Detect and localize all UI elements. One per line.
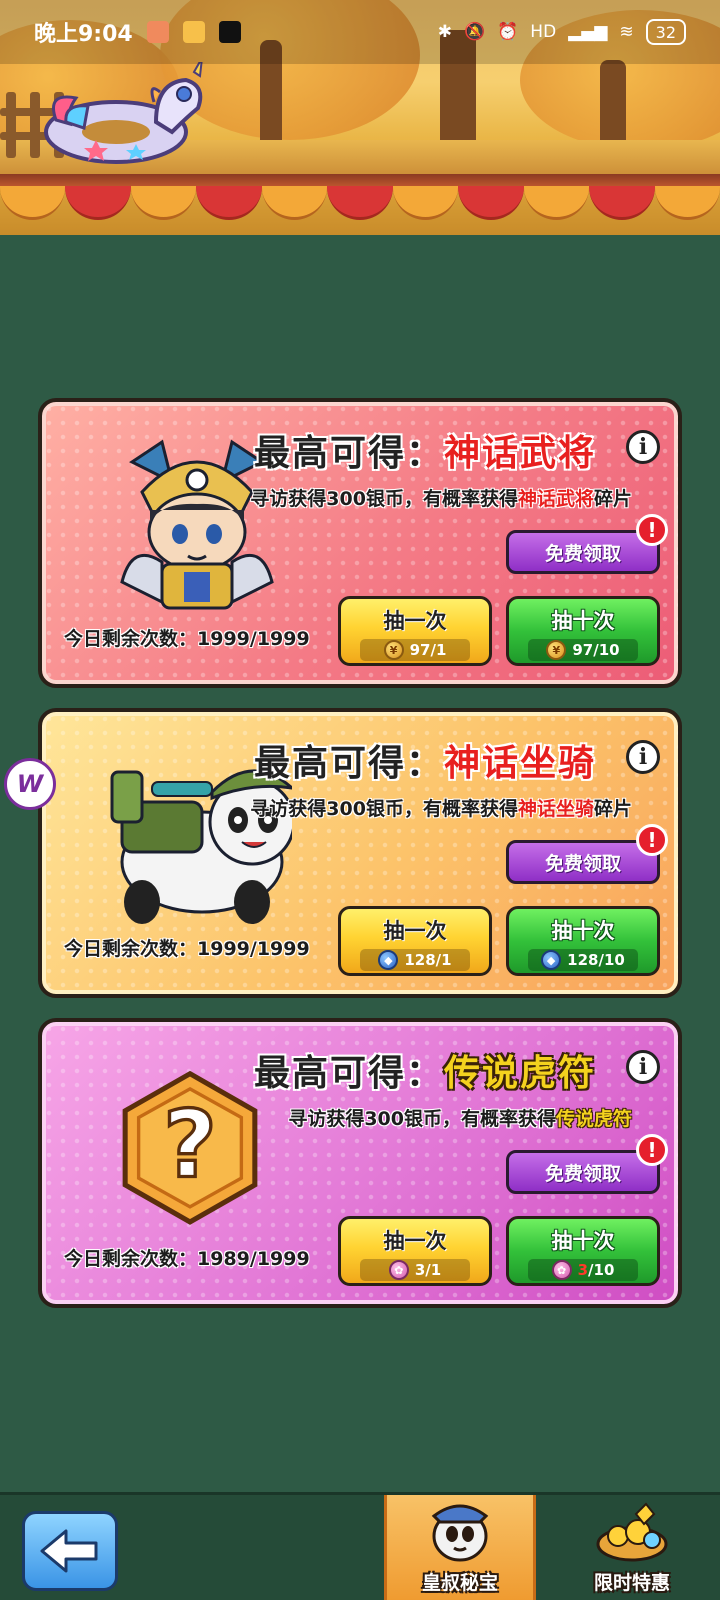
desc-suffix: 碎片 bbox=[593, 798, 632, 820]
draw-cost: ◆ 128/10 bbox=[528, 949, 638, 971]
remaining-value: 1999/1999 bbox=[197, 938, 310, 960]
draw-once-label: 抽一次 bbox=[383, 1229, 447, 1253]
draw-once-button[interactable]: 抽一次 ¥ 97/1 bbox=[338, 596, 492, 666]
draw-cost: ¥ 97/1 bbox=[360, 639, 470, 661]
wifi-icon: ≋ bbox=[619, 22, 634, 42]
royal-uncle-avatar-icon bbox=[431, 1504, 489, 1562]
tab-royal-treasure[interactable]: 皇叔秘宝 bbox=[384, 1495, 536, 1600]
unicorn-float-icon bbox=[44, 62, 203, 164]
top-banner: 晚上9:04 ✱ 🔕 ⏰ HD ▂▄▆ ≋ 32 bbox=[0, 0, 720, 235]
info-icon[interactable]: i bbox=[626, 740, 660, 774]
alert-badge-icon: ! bbox=[636, 824, 668, 856]
alert-badge-icon: ! bbox=[636, 1134, 668, 1166]
card-description: 寻访获得300银币，有概率获得神话武将碎片 bbox=[250, 484, 632, 511]
cost-value: 97/10 bbox=[572, 641, 620, 659]
card-title: 最高可得：神话武将 bbox=[254, 424, 596, 476]
draw-ten-label: 抽十次 bbox=[551, 919, 615, 943]
bottom-nav: 皇叔秘宝 限时特惠 bbox=[0, 1492, 720, 1600]
bluetooth-icon: ✱ bbox=[437, 22, 452, 42]
draw-cost: ✿ 3/10 bbox=[528, 1259, 638, 1281]
remaining-count: 今日剩余次数：1999/1999 bbox=[64, 934, 310, 961]
cost-value: 128/10 bbox=[567, 951, 625, 969]
desc-suffix: 碎片 bbox=[593, 488, 632, 510]
draw-ten-button[interactable]: 抽十次 ¥ 97/10 bbox=[506, 596, 660, 666]
back-button[interactable] bbox=[22, 1511, 118, 1591]
title-prefix: 最高可得： bbox=[253, 1053, 444, 1094]
remaining-count: 今日剩余次数：1999/1999 bbox=[64, 624, 310, 651]
cost-value: 3/10 bbox=[577, 1261, 615, 1279]
title-prefix: 最高可得： bbox=[253, 743, 444, 784]
tab-label: 限时特惠 bbox=[593, 1572, 670, 1594]
info-icon[interactable]: i bbox=[626, 430, 660, 464]
draw-cost: ✿ 3/1 bbox=[360, 1259, 470, 1281]
draw-ten-button[interactable]: 抽十次 ✿ 3/10 bbox=[506, 1216, 660, 1286]
mount-token-icon: ◆ bbox=[541, 950, 562, 970]
status-time: 晚上9:04 bbox=[34, 22, 133, 47]
mount-token-icon: ◆ bbox=[378, 950, 399, 970]
cost-value: 97/1 bbox=[409, 641, 447, 659]
draw-cost: ◆ 128/1 bbox=[360, 949, 470, 971]
gacha-card-mount: 最高可得：神话坐骑 i 寻访获得300银币，有概率获得神话坐骑碎片 免费领取 !… bbox=[38, 708, 682, 998]
notification-app-icon bbox=[146, 21, 169, 43]
token-coin-icon: ¥ bbox=[546, 640, 567, 660]
treasure-chest-icon bbox=[596, 1502, 668, 1562]
title-prefix: 最高可得： bbox=[253, 433, 444, 474]
desc-highlight: 神话武将 bbox=[517, 488, 594, 510]
mystery-hexagon-icon: ? bbox=[122, 1070, 258, 1225]
signal-hd: HD bbox=[530, 22, 557, 42]
remaining-value: 1999/1999 bbox=[197, 628, 310, 650]
mute-icon: 🔕 bbox=[463, 22, 486, 42]
gacha-card-general: 最高可得：神话武将 i 寻访获得300银币，有概率获得神话武将碎片 免费领取 !… bbox=[38, 398, 682, 688]
tab-limited-offer[interactable]: 限时特惠 bbox=[556, 1495, 708, 1600]
draw-once-button[interactable]: 抽一次 ◆ 128/1 bbox=[338, 906, 492, 976]
draw-once-label: 抽一次 bbox=[383, 609, 447, 633]
card-description: 寻访获得300银币，有概率获得神话坐骑碎片 bbox=[250, 794, 632, 821]
info-icon[interactable]: i bbox=[626, 1050, 660, 1084]
alarm-icon: ⏰ bbox=[497, 22, 519, 42]
cost-value: 3/1 bbox=[414, 1261, 442, 1279]
draw-once-button[interactable]: 抽一次 ✿ 3/1 bbox=[338, 1216, 492, 1286]
alert-badge-icon: ! bbox=[636, 514, 668, 546]
draw-ten-label: 抽十次 bbox=[551, 1229, 615, 1253]
desc-prefix: 寻访获得300银币，有概率获得 bbox=[250, 488, 518, 510]
tally-token-icon: ✿ bbox=[551, 1260, 572, 1280]
awning bbox=[0, 186, 720, 222]
remaining-label: 今日剩余次数： bbox=[64, 628, 198, 650]
tally-token-icon: ✿ bbox=[388, 1260, 409, 1280]
status-bar: 晚上9:04 ✱ 🔕 ⏰ HD ▂▄▆ ≋ 32 bbox=[0, 0, 720, 64]
title-highlight: 神话坐骑 bbox=[443, 743, 596, 784]
remaining-count: 今日剩余次数：1989/1999 bbox=[64, 1244, 310, 1271]
draw-ten-button[interactable]: 抽十次 ◆ 128/10 bbox=[506, 906, 660, 976]
token-coin-icon: ¥ bbox=[383, 640, 404, 660]
remaining-label: 今日剩余次数： bbox=[64, 1248, 198, 1270]
draw-ten-label: 抽十次 bbox=[551, 609, 615, 633]
remaining-value: 1989/1999 bbox=[197, 1248, 310, 1270]
gacha-card-tiger-tally: ? 最高可得：传说虎符 i 寻访获得300银币，有概率获得传说虎符 免费领取 !… bbox=[38, 1018, 682, 1308]
notification-app-icon bbox=[182, 21, 205, 43]
remaining-label: 今日剩余次数： bbox=[64, 938, 198, 960]
card-title: 最高可得：神话坐骑 bbox=[254, 734, 596, 786]
title-highlight: 神话武将 bbox=[443, 433, 596, 474]
title-highlight: 传说虎符 bbox=[443, 1053, 596, 1094]
mystery-symbol: ? bbox=[163, 1090, 217, 1198]
draw-once-label: 抽一次 bbox=[383, 919, 447, 943]
desc-highlight: 传说虎符 bbox=[555, 1108, 632, 1130]
cost-value: 128/1 bbox=[404, 951, 452, 969]
desc-highlight: 神话坐骑 bbox=[517, 798, 594, 820]
arrow-left-icon bbox=[40, 1529, 98, 1573]
battery-indicator: 32 bbox=[645, 19, 686, 45]
card-title: 最高可得：传说虎符 bbox=[254, 1044, 596, 1096]
signal-icon: ▂▄▆ bbox=[568, 22, 608, 42]
card-description: 寻访获得300银币，有概率获得传说虎符 bbox=[288, 1104, 632, 1131]
tab-label: 皇叔秘宝 bbox=[421, 1572, 498, 1594]
floating-assistant-button[interactable]: W bbox=[4, 758, 56, 810]
tiktok-icon bbox=[218, 21, 241, 43]
desc-prefix: 寻访获得300银币，有概率获得 bbox=[250, 798, 518, 820]
desc-prefix: 寻访获得300银币，有概率获得 bbox=[288, 1108, 556, 1130]
draw-cost: ¥ 97/10 bbox=[528, 639, 638, 661]
